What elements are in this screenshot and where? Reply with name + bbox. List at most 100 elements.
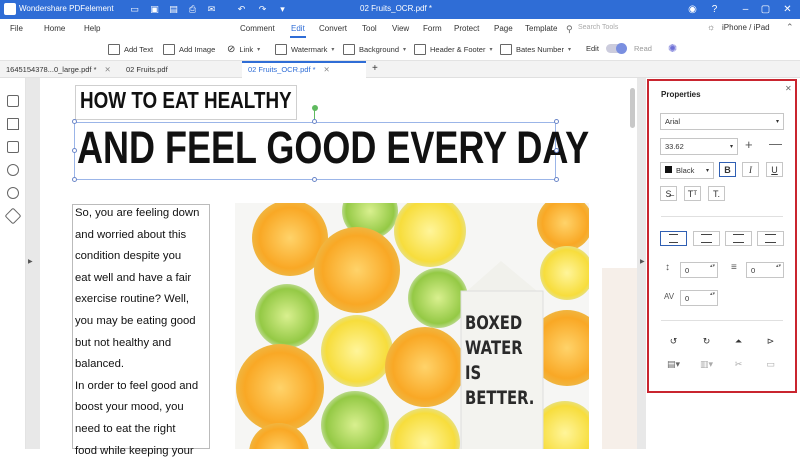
header-footer-button[interactable]: Header & Footer ▾ [414,44,492,55]
rotate-left-button[interactable]: ↺ [660,334,687,349]
font-family-select[interactable]: Arial ▾ [660,113,784,130]
expand-left-icon[interactable]: ▶ [28,258,33,265]
maximize-icon[interactable]: ▢ [758,2,773,17]
save-icon[interactable]: ▤ [167,3,180,16]
increase-size-icon[interactable]: + [745,137,753,152]
align-center-button[interactable] [693,231,720,246]
search-tools-input[interactable]: Search Tools [578,24,648,36]
bold-button[interactable]: B [719,162,736,177]
align-objects-button[interactable]: ▤▾ [660,357,687,372]
tab-bar: 1645154378...0_large.pdf * ✕ 02 Fruits.pd… [0,61,800,78]
resize-handle[interactable] [312,177,317,182]
email-icon[interactable]: ✉ [205,3,218,16]
link-button[interactable]: ⊘ Link ▾ [227,44,260,55]
menu-page[interactable]: Page [494,24,513,33]
theme-icon[interactable]: ☼ [707,22,715,32]
background-button[interactable]: Background ▾ [343,44,406,55]
edit-read-toggle[interactable] [606,43,627,54]
close-icon[interactable]: ✕ [780,2,795,17]
rotate-right-button[interactable]: ↻ [693,334,720,349]
paragraph-spacing-input[interactable]: 0 [746,262,784,278]
fruit-photo[interactable]: BOXED WATER IS BETTER. [235,203,589,449]
resize-handle[interactable] [554,177,559,182]
read-mode-label: Read [634,44,652,53]
menu-edit[interactable]: Edit [291,24,305,33]
decrease-size-icon[interactable]: — [769,136,782,151]
add-image-button[interactable]: Add Image [163,44,215,55]
pdf-icon[interactable]: ▣ [148,3,161,16]
strikethrough-button[interactable]: S̶ [660,186,677,201]
align-center-icon [701,234,712,243]
superscript-button[interactable]: Tᵀ [684,186,701,201]
body-text[interactable]: So, you are feeling down and worried abo… [75,203,211,462]
heading2-text[interactable]: AND FEEL GOOD EVERY DAY [77,122,589,174]
justify-button[interactable] [757,231,784,246]
menu-comment[interactable]: Comment [240,24,275,33]
layers-icon[interactable] [4,207,22,225]
resize-handle[interactable] [72,119,77,124]
collapse-icon[interactable]: ⌃ [786,22,794,33]
bates-number-button[interactable]: Bates Number ▾ [500,44,571,55]
subscript-button[interactable]: T. [708,186,725,201]
search-icon[interactable] [7,187,19,199]
print-icon[interactable]: ⎙ [186,3,199,16]
menu-home[interactable]: Home [44,24,65,33]
tab-document-2[interactable]: 02 Fruits.pdf [120,61,242,78]
font-size-select[interactable]: 33.62 ▾ [660,138,738,155]
more-icon[interactable]: ▾ [276,3,289,16]
body-line: balanced. [75,358,124,371]
menu-tool[interactable]: Tool [362,24,377,33]
watermark-button[interactable]: Watermark ▾ [275,44,334,55]
page-background-shade [602,268,637,449]
close-tab-icon[interactable]: ✕ [324,65,330,74]
add-text-button[interactable]: Add Text [108,44,153,55]
menu-help[interactable]: Help [84,24,100,33]
new-tab-button[interactable]: + [366,61,384,78]
flip-horizontal-button[interactable]: ⊳ [757,334,784,349]
flip-vertical-button[interactable]: ⏶ [725,334,752,349]
heading1-text[interactable]: HOW TO EAT HEALTHY [80,87,292,114]
thumbnails-icon[interactable] [7,95,19,107]
replace-image-button[interactable]: ▭ [757,357,784,372]
redo-icon[interactable]: ↷ [256,3,269,16]
menu-form[interactable]: Form [423,24,442,33]
menu-protect[interactable]: Protect [454,24,479,33]
character-spacing-input[interactable]: 0 [680,290,718,306]
collapse-right-icon[interactable]: ▶ [640,258,645,265]
folder-icon[interactable]: ▭ [128,3,141,16]
menu-template[interactable]: Template [525,24,557,33]
undo-icon[interactable]: ↶ [235,3,248,16]
minimize-icon[interactable]: – [738,2,753,17]
device-label[interactable]: iPhone / iPad [722,23,770,32]
bookmark-icon[interactable] [7,118,19,130]
resize-handle[interactable] [554,119,559,124]
orange-slice [236,344,324,432]
tab-document-1[interactable]: 1645154378...0_large.pdf * ✕ [0,61,120,78]
help-icon[interactable]: ? [707,2,722,17]
resize-handle[interactable] [312,119,317,124]
close-tab-icon[interactable]: ✕ [105,65,111,74]
attachment-icon[interactable] [4,161,22,179]
underline-button[interactable]: U [766,162,783,177]
font-color-select[interactable]: Black ▾ [660,162,714,179]
settings-gear-icon[interactable]: ✺ [668,42,677,55]
line-spacing-input[interactable]: 0 [680,262,718,278]
tab-document-3[interactable]: 02 Fruits_OCR.pdf * ✕ [242,61,366,78]
vertical-scrollbar[interactable] [630,88,635,128]
menu-convert[interactable]: Convert [319,24,347,33]
crop-button[interactable]: ✂ [725,357,752,372]
align-right-button[interactable] [725,231,752,246]
menu-file[interactable]: File [10,24,23,33]
distribute-button[interactable]: ▥▾ [693,357,720,372]
rotate-handle[interactable] [312,105,318,111]
resize-handle[interactable] [554,148,559,153]
menu-view[interactable]: View [392,24,409,33]
close-panel-icon[interactable]: ✕ [785,84,792,93]
account-icon[interactable]: ◉ [685,2,700,17]
comment-icon[interactable] [7,141,19,153]
body-line: exercise routine? Well, [75,293,190,306]
resize-handle[interactable] [72,148,77,153]
resize-handle[interactable] [72,177,77,182]
italic-button[interactable]: I [742,162,759,177]
align-left-button[interactable] [660,231,687,246]
